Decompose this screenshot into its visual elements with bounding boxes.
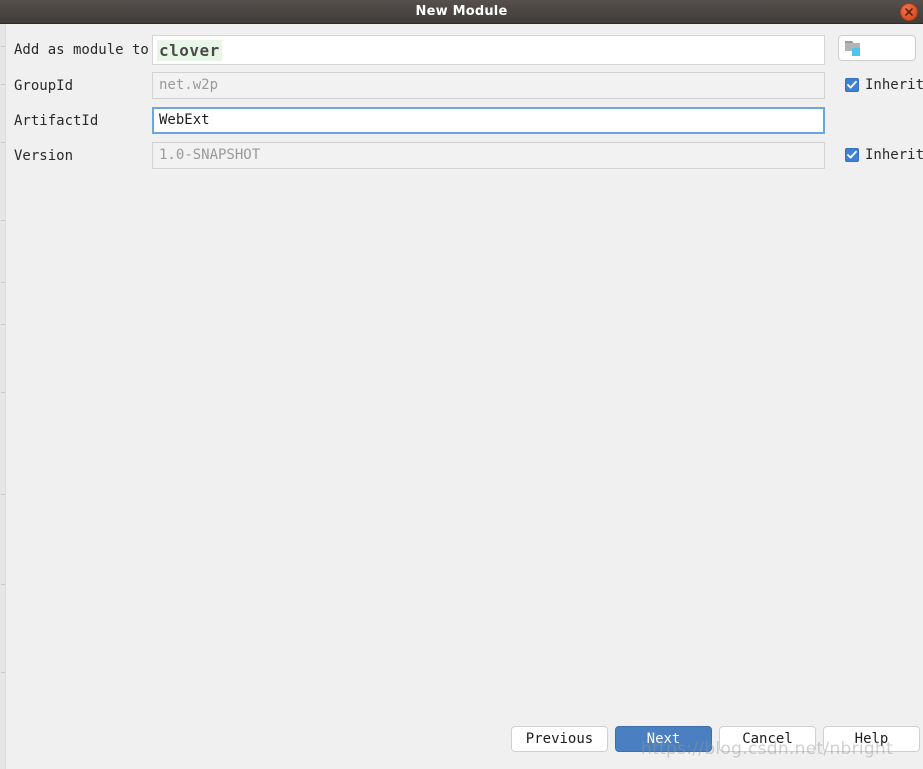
label-version: Version [14,148,74,164]
version-inherit-label: Inherit [865,147,923,163]
browse-button[interactable] [838,35,916,61]
help-button[interactable]: Help [823,726,920,752]
dialog-footer: Previous Next Cancel Help [7,723,923,769]
window-title: New Module [415,4,508,19]
artifactid-input[interactable]: WebExt [152,107,825,134]
form-row-version: Version 1.0-SNAPSHOT Inherit [7,140,923,172]
next-button[interactable]: Next [615,726,712,752]
previous-button[interactable]: Previous [511,726,608,752]
label-add-as-module-to: Add as module to [14,42,149,58]
module-list[interactable]: clover [152,35,825,65]
label-groupid: GroupId [14,78,74,94]
cancel-button[interactable]: Cancel [719,726,816,752]
module-list-item-clover[interactable]: clover [157,40,222,61]
folder-icon [839,40,915,57]
version-input[interactable]: 1.0-SNAPSHOT [152,142,825,169]
version-inherit-checkbox[interactable]: Inherit [845,145,923,165]
form-row-artifactid: ArtifactId WebExt [7,105,923,137]
checkmark-icon [845,78,859,92]
groupid-input[interactable]: net.w2p [152,72,825,99]
window-titlebar: New Module [0,0,923,24]
dialog-content: Add as module to clover GroupId net.w2p [7,24,923,769]
form-row-module: Add as module to clover [7,34,923,66]
checkmark-icon [845,148,859,162]
form-row-groupid: GroupId net.w2p Inherit [7,70,923,102]
label-artifactid: ArtifactId [14,113,99,129]
groupid-inherit-checkbox[interactable]: Inherit [845,75,923,95]
close-icon[interactable] [900,3,918,21]
window-left-edge [0,24,6,769]
groupid-inherit-label: Inherit [865,77,923,93]
